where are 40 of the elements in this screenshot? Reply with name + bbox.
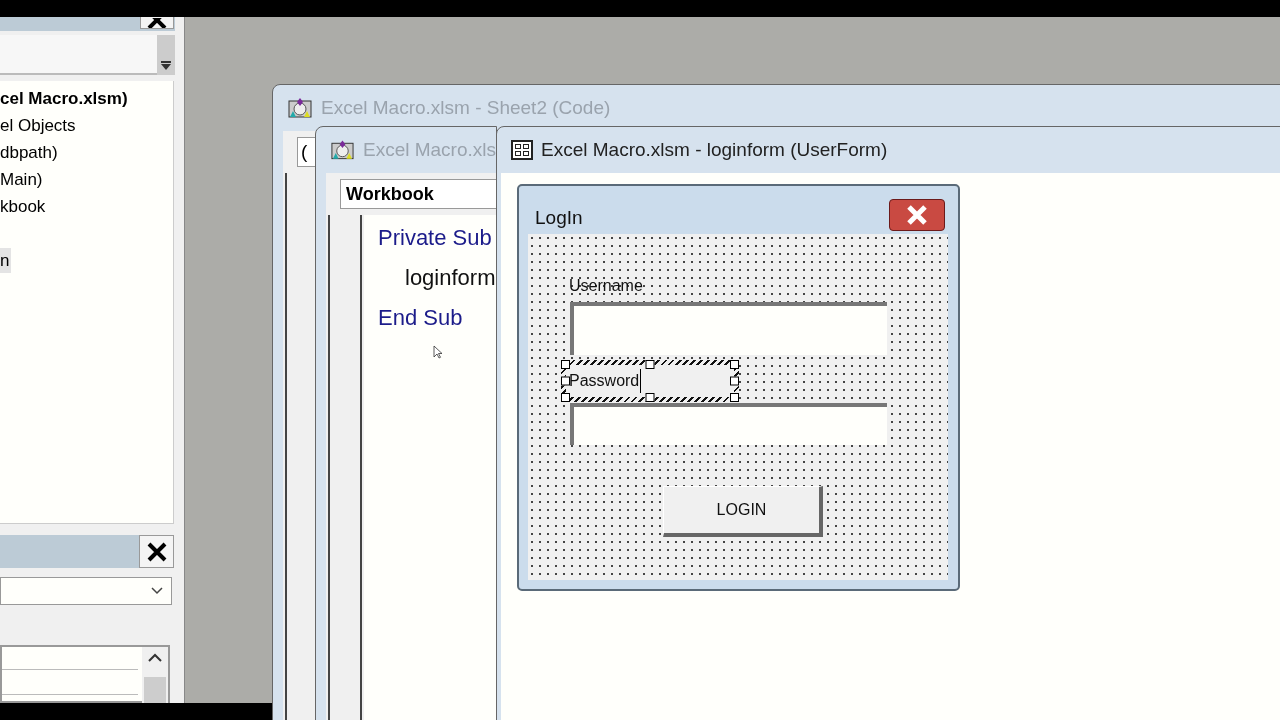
scroll-thumb[interactable]	[144, 677, 166, 703]
tree-item[interactable]: Main)	[0, 166, 43, 193]
window-title: Excel Macro.xlsm - loginform (UserForm)	[541, 137, 888, 162]
text-input[interactable]	[570, 302, 887, 355]
module-icon	[287, 97, 313, 119]
mouse-pointer-icon	[433, 345, 443, 359]
object-dropdown[interactable]: Workbook	[340, 179, 496, 209]
window-title: Excel Macro.xlsm - Sheet2 (Code)	[321, 95, 611, 120]
close-button[interactable]	[139, 535, 174, 568]
scroll-up-icon[interactable]	[148, 653, 162, 662]
chevron-down-icon	[151, 587, 163, 595]
code-line: Private Sub	[377, 223, 493, 252]
close-button[interactable]	[140, 17, 174, 29]
text-input[interactable]	[570, 403, 887, 445]
module-icon	[330, 139, 355, 161]
close-button[interactable]	[889, 199, 945, 231]
scrollbar[interactable]	[142, 647, 168, 703]
dropdown-field[interactable]	[0, 577, 172, 605]
dropdown-field[interactable]	[0, 35, 175, 75]
tree-item[interactable]: n	[0, 247, 12, 274]
close-icon	[145, 540, 168, 563]
tree-item[interactable]: dbpath)	[0, 139, 58, 166]
login-button[interactable]: LOGIN	[663, 486, 823, 537]
code-editor[interactable]: Private Sub loginform End Sub	[364, 215, 496, 720]
code-line: loginform	[404, 263, 496, 292]
selection-frame[interactable]: Password	[561, 360, 739, 402]
resize-handle[interactable]	[645, 393, 655, 402]
scroll-down-icon[interactable]	[157, 35, 175, 75]
object-dropdown[interactable]: (	[297, 137, 315, 167]
form-icon	[511, 140, 533, 160]
resize-handle[interactable]	[645, 360, 655, 369]
field-label: Username	[569, 276, 643, 296]
tree-item[interactable]: el Objects	[0, 112, 76, 139]
form-title: LogIn	[535, 206, 583, 230]
close-icon	[906, 205, 928, 225]
code-line: End Sub	[377, 303, 464, 332]
tree-item[interactable]: kbook	[0, 193, 46, 220]
close-icon	[146, 18, 168, 28]
window-title: Excel Macro.xls	[362, 137, 496, 162]
tree-item[interactable]: cel Macro.xlsm)	[0, 85, 128, 112]
